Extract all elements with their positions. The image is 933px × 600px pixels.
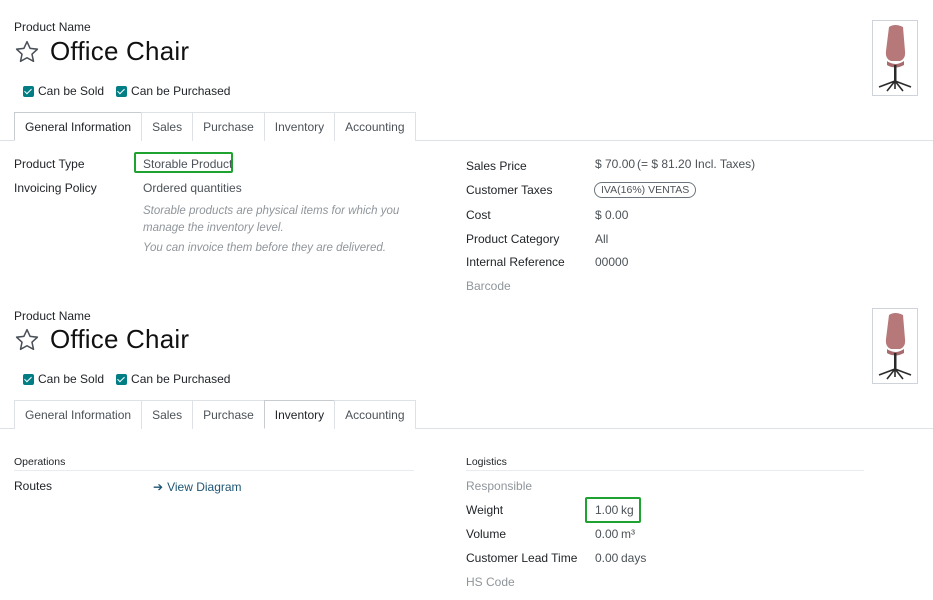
- view-diagram-link[interactable]: ➔ View Diagram: [153, 480, 242, 494]
- product-title[interactable]: Office Chair: [50, 36, 189, 67]
- title-row: Office Chair: [14, 36, 189, 67]
- tab-sales[interactable]: Sales: [141, 112, 194, 141]
- tab-general-information[interactable]: General Information: [14, 112, 143, 141]
- chair-image-icon: [878, 313, 912, 380]
- tab-purchase[interactable]: Purchase: [192, 112, 265, 141]
- product-name-label: Product Name: [14, 20, 91, 34]
- tab-bar: General Information Sales Purchase Inven…: [14, 112, 416, 141]
- customer-taxes-label: Customer Taxes: [466, 183, 553, 197]
- tab-accounting[interactable]: Accounting: [334, 400, 416, 429]
- tab-accounting[interactable]: Accounting: [334, 112, 416, 141]
- tab-inventory[interactable]: Inventory: [263, 400, 336, 429]
- can-be-purchased-label: Can be Purchased: [131, 84, 231, 98]
- help-text-2: manage the inventory level.: [143, 222, 284, 234]
- checkbox-checked-icon[interactable]: [23, 373, 34, 385]
- product-image[interactable]: [872, 308, 918, 384]
- volume-unit: m³: [621, 527, 635, 541]
- arrow-right-icon: ➔: [153, 480, 164, 494]
- logistics-section-title: Logistics: [466, 456, 507, 468]
- sales-price-label: Sales Price: [466, 159, 527, 173]
- can-be-purchased-label: Can be Purchased: [131, 372, 231, 386]
- product-name-label: Product Name: [14, 309, 91, 323]
- can-be-sold-checkbox[interactable]: Can be Sold: [23, 372, 104, 386]
- checkbox-checked-icon[interactable]: [116, 85, 128, 97]
- can-be-sold-label: Can be Sold: [38, 84, 105, 98]
- star-icon[interactable]: [14, 327, 40, 353]
- invoicing-policy-select[interactable]: Ordered quantities: [143, 181, 242, 195]
- cost-input[interactable]: $ 0.00: [595, 208, 628, 222]
- logistics-divider: [466, 470, 864, 471]
- product-image[interactable]: [872, 20, 918, 96]
- can-be-sold-checkbox[interactable]: Can be Sold: [23, 84, 104, 98]
- tab-inventory[interactable]: Inventory: [263, 112, 336, 141]
- customer-lead-time-input[interactable]: 0.00: [595, 551, 618, 565]
- product-category-label: Product Category: [466, 232, 560, 246]
- title-row: Office Chair: [14, 324, 189, 355]
- operations-divider: [14, 470, 414, 471]
- invoicing-policy-label: Invoicing Policy: [14, 181, 97, 195]
- customer-lead-time-label: Customer Lead Time: [466, 551, 578, 565]
- volume-input[interactable]: 0.00: [595, 527, 618, 541]
- product-type-select[interactable]: Storable Product: [143, 157, 232, 171]
- customer-tax-badge[interactable]: IVA(16%) VENTAS: [594, 182, 697, 198]
- tab-purchase[interactable]: Purchase: [192, 400, 265, 429]
- operations-section-title: Operations: [14, 456, 66, 468]
- customer-lead-time-unit: days: [621, 551, 647, 565]
- checkbox-row: Can be Sold Can be Purchased: [23, 372, 242, 386]
- product-form-inventory: Product Name Office Chair Can be Sold Ca…: [0, 288, 933, 589]
- sales-price-input[interactable]: $ 70.00: [595, 157, 635, 171]
- sales-price-incl-taxes: (= $ 81.20 Incl. Taxes): [637, 157, 756, 171]
- cost-label: Cost: [466, 208, 491, 222]
- tab-bar: General Information Sales Purchase Inven…: [14, 400, 416, 429]
- hs-code-label: HS Code: [466, 575, 515, 589]
- product-title[interactable]: Office Chair: [50, 324, 189, 355]
- tab-sales[interactable]: Sales: [141, 400, 194, 429]
- checkbox-checked-icon[interactable]: [23, 85, 34, 97]
- can-be-purchased-checkbox[interactable]: Can be Purchased: [116, 372, 230, 386]
- weight-label: Weight: [466, 503, 504, 517]
- weight-unit: kg: [621, 503, 634, 517]
- view-diagram-label: View Diagram: [167, 480, 242, 494]
- product-form-general: Product Name Office Chair Can be Sold Ca…: [0, 0, 933, 293]
- help-text-1: Storable products are physical items for…: [143, 205, 400, 217]
- routes-label: Routes: [14, 479, 53, 493]
- weight-input[interactable]: 1.00: [595, 503, 618, 517]
- can-be-sold-label: Can be Sold: [38, 372, 105, 386]
- checkbox-checked-icon[interactable]: [116, 373, 128, 385]
- product-type-label: Product Type: [14, 157, 85, 171]
- internal-reference-input[interactable]: 00000: [595, 255, 628, 269]
- tab-general-information[interactable]: General Information: [14, 400, 143, 429]
- can-be-purchased-checkbox[interactable]: Can be Purchased: [116, 84, 230, 98]
- product-category-select[interactable]: All: [595, 232, 608, 246]
- help-text-3: You can invoice them before they are del…: [143, 242, 386, 254]
- volume-label: Volume: [466, 527, 507, 541]
- responsible-label: Responsible: [466, 479, 533, 493]
- checkbox-row: Can be Sold Can be Purchased: [23, 84, 242, 98]
- chair-image-icon: [878, 25, 912, 92]
- star-icon[interactable]: [14, 39, 40, 65]
- internal-reference-label: Internal Reference: [466, 255, 565, 269]
